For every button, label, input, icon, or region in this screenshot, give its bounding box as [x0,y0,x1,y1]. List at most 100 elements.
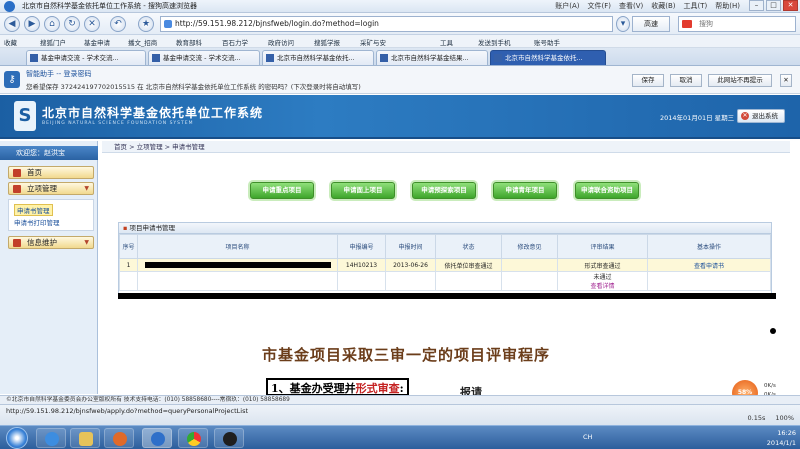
tab-strip: 基金申请交流 - 学术交流... 基金申请交流 - 学术交流... 北京市自然科… [0,48,800,66]
tab-3[interactable]: 北京市自然科学基金依托... [262,50,374,65]
bullet-icon: ▪ [123,224,128,232]
logout-label: 退出系统 [752,112,778,120]
slide-step-1: 1、基金办受理并形式审查: [266,378,409,396]
tab-2[interactable]: 基金申请交流 - 学术交流... [148,50,260,65]
apply-joint-funding-button[interactable]: 申请联合资助项目 [575,182,639,199]
status-url: http://59.151.98.212/bjnsfweb/apply.do?m… [6,407,249,415]
view-application-link[interactable]: 查看申请书 [694,263,724,270]
sidebar-item-project-mgmt[interactable]: 立项管理 ▼ [8,182,94,195]
step-text: 1、基金办受理并 [271,382,356,395]
apply-exploration-project-button[interactable]: 申请预探索项目 [412,182,476,199]
back-icon[interactable]: ◀ [4,16,20,32]
maximize-button[interactable]: □ [766,0,781,11]
minimize-button[interactable]: – [749,0,764,11]
fav-item[interactable]: 账号助手 [534,37,560,47]
col-header: 项目名称 [137,234,338,259]
menu-help[interactable]: 帮助(H) [715,1,740,11]
panel-title-text: 项目申请书管理 [129,224,175,232]
menu-view[interactable]: 查看(V) [619,1,643,11]
apply-youth-project-button[interactable]: 申请青年项目 [493,182,557,199]
fav-item[interactable]: 搜狐门户 [40,37,66,47]
sidebar-item-home[interactable]: 首页 [8,166,94,179]
fav-item[interactable]: 播文_招商 [128,37,157,47]
folder-glyph-icon [79,432,93,446]
fav-item[interactable]: 工具 [440,37,453,47]
page-icon [164,20,172,28]
redaction-dot [770,328,776,334]
forward-icon[interactable]: ▶ [24,16,40,32]
start-button[interactable] [6,427,28,449]
apply-general-project-button[interactable]: 申请面上项目 [331,182,395,199]
submenu-print-mgmt[interactable]: 申请书打印管理 [14,217,60,227]
home-icon[interactable]: ⌂ [44,16,60,32]
fav-item[interactable]: 发送到手机 [478,37,511,47]
table-row: 未通过 查看详情 [119,271,771,291]
prompt-title: 智能助手 -- 登录密码 [26,70,92,78]
fav-item[interactable]: 教育部科 [176,37,202,47]
tab-4[interactable]: 北京市自然科学基金结果... [376,50,488,65]
save-password-button[interactable]: 保存 [632,74,664,87]
favorite-star-icon[interactable]: ★ [138,16,154,32]
zoom-level[interactable]: 100% [775,414,794,422]
taskbar-qq-icon[interactable] [214,428,244,448]
go-button[interactable]: 高速 [632,16,670,32]
menu-account[interactable]: 账户(A) [555,1,579,11]
fav-item[interactable]: 采矿与安 [360,37,386,47]
taskbar-sogou-browser-icon[interactable] [142,428,172,448]
cell-date: 2013-06-26 [385,258,436,272]
col-header: 评审结果 [557,234,648,259]
cell-name-redacted [137,271,338,291]
submenu-application-mgmt[interactable]: 申请书管理 [14,204,53,216]
taskbar-chrome-icon[interactable] [178,428,208,448]
system-clock[interactable]: 16:26 2014/1/1 [767,428,796,448]
stop-icon[interactable]: ✕ [84,16,100,32]
cell-op [647,271,771,291]
redaction-bar [144,262,331,268]
undo-icon[interactable]: ↶ [110,16,126,32]
fav-item[interactable]: 基金申请 [84,37,110,47]
window-title: 北京市自然科学基金依托单位工作系统 - 搜狗高速浏览器 [22,2,197,10]
table-row: 1 14H10213 2013-06-26 依托单位审查通过 形式审查通过 查看… [119,258,771,272]
fav-item[interactable]: 政府访问 [268,37,294,47]
taskbar: CH 16:26 2014/1/1 [0,425,800,449]
menu-tools[interactable]: 工具(T) [684,1,708,11]
cancel-button[interactable]: 取消 [670,74,702,87]
col-header: 修改意见 [501,234,558,259]
cell-no: 1 [119,258,138,272]
view-details-link[interactable]: 查看详情 [590,283,614,290]
navigation-bar: ◀ ▶ ⌂ ↻ ✕ ↶ ★ http://59.151.98.212/bjnsf… [0,13,800,35]
breadcrumb: 首页 > 立项管理 > 申请书管理 [102,141,790,153]
input-language[interactable]: CH [583,433,592,441]
taskbar-folder-icon[interactable] [70,428,100,448]
fav-item[interactable]: 收藏 [4,37,17,47]
tab-favicon-icon [152,54,160,62]
close-prompt-icon[interactable]: ✕ [780,74,792,87]
search-input[interactable]: 搜狗 [678,16,796,32]
menu-file[interactable]: 文件(F) [587,1,611,11]
panel-title: ▪ 项目申请书管理 [119,223,771,234]
chevron-down-icon: ▼ [84,239,89,246]
taskbar-ie-icon[interactable] [36,428,66,448]
menu-favorites[interactable]: 收藏(B) [651,1,675,11]
fav-item[interactable]: 搜狐学报 [314,37,340,47]
sidebar-item-info-maint[interactable]: 信息维护 ▼ [8,236,94,249]
tab-1[interactable]: 基金申请交流 - 学术交流... [26,50,146,65]
taskbar-media-icon[interactable] [104,428,134,448]
never-prompt-button[interactable]: 此网站不再提示 [708,74,772,87]
favorites-bar: 收藏 搜狐门户 基金申请 播文_招商 教育部科 百石力学 政府访问 搜狐学报 采… [0,35,800,48]
dropdown-icon[interactable]: ▾ [616,16,630,32]
apply-key-project-button[interactable]: 申请重点项目 [250,182,314,199]
status-bar: http://59.151.98.212/bjnsfweb/apply.do?m… [0,404,800,425]
refresh-icon[interactable]: ↻ [64,16,80,32]
prompt-message: 您希望保存 372424197702015515 在 北京市自然科学基金依托单位… [26,83,361,91]
current-date: 2014年01月01日 星期三 [660,114,735,122]
cell-opinion [501,258,558,272]
cell-code [337,271,386,291]
logout-button[interactable]: ✕ 退出系统 [737,109,785,123]
tab-5-active[interactable]: 北京市自然科学基金依托... [490,50,606,65]
address-bar[interactable]: http://59.151.98.212/bjnsfweb/login.do?m… [160,16,613,32]
tab-label: 北京市自然科学基金结果... [391,54,469,62]
close-button[interactable]: ✕ [783,0,798,11]
password-save-prompt: ⚷ 智能助手 -- 登录密码 您希望保存 372424197702015515 … [0,66,800,94]
fav-item[interactable]: 百石力学 [222,37,248,47]
